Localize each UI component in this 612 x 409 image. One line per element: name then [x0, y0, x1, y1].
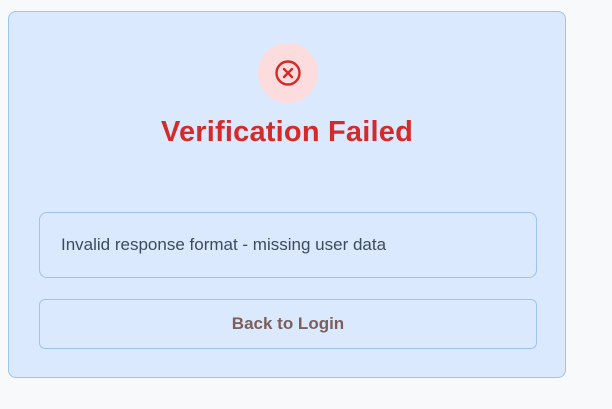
- error-message: Invalid response format - missing user d…: [39, 212, 537, 278]
- verification-card: Verification Failed Invalid response for…: [8, 11, 566, 378]
- error-icon-badge: [258, 43, 318, 103]
- back-to-login-label: Back to Login: [231, 314, 345, 333]
- back-to-login-button[interactable]: Back to Login: [39, 299, 537, 349]
- error-message-text: Invalid response format - missing user d…: [61, 235, 387, 254]
- page-title: Verification Failed: [161, 116, 413, 148]
- x-circle-icon: [275, 60, 301, 86]
